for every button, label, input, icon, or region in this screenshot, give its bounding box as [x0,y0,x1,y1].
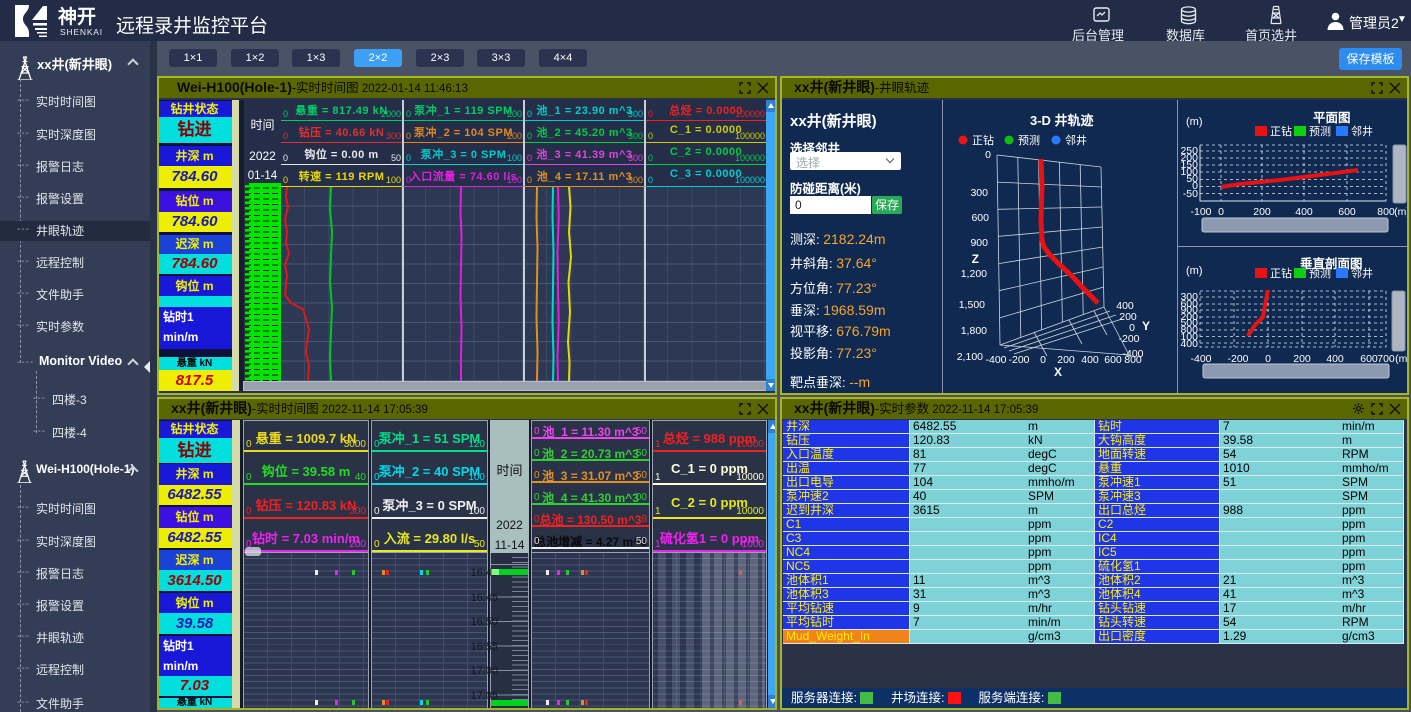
svg-text:1,800: 1,800 [961,325,987,337]
svg-text:200: 200 [1293,353,1311,365]
svg-text:200: 200 [1253,206,1271,218]
svg-text:邻井: 邻井 [1065,133,1087,147]
svg-text:400: 400 [1326,353,1344,365]
svg-text:0: 0 [1265,353,1271,365]
svg-text:-200: -200 [1118,333,1139,345]
svg-text:900: 900 [970,237,988,249]
svg-text:邻井: 邻井 [1351,266,1373,280]
svg-text:Y: Y [1142,319,1150,333]
svg-text:800: 800 [1377,206,1395,218]
svg-text:预测: 预测 [1309,267,1331,280]
svg-text:1,200: 1,200 [961,268,987,280]
svg-text:400: 400 [1295,206,1313,218]
svg-text:700: 700 [1377,353,1395,365]
svg-text:2,100: 2,100 [957,351,983,363]
svg-text:X: X [1054,365,1062,379]
svg-text:600: 600 [971,212,989,224]
svg-text:Z: Z [972,252,979,266]
svg-text:邻井: 邻井 [1351,124,1373,138]
svg-text:正钻: 正钻 [1270,266,1292,280]
svg-text:400: 400 [1180,338,1198,350]
svg-text:-400: -400 [985,354,1006,366]
svg-text:正钻: 正钻 [1270,124,1292,138]
svg-text:0: 0 [1040,354,1046,366]
svg-text:600: 600 [1360,353,1378,365]
svg-text:-50: -50 [1183,188,1198,200]
svg-text:预测: 预测 [1309,125,1331,138]
svg-text:预测: 预测 [1018,134,1040,147]
svg-text:-100: -100 [1190,206,1211,218]
svg-text:1,500: 1,500 [959,299,985,311]
svg-text:正钻: 正钻 [972,133,994,147]
svg-text:600: 600 [1104,354,1122,366]
svg-text:-200: -200 [1227,353,1248,365]
svg-text:0: 0 [985,149,991,161]
svg-text:400: 400 [1081,354,1099,366]
svg-text:-200: -200 [1008,354,1029,366]
svg-text:0: 0 [1218,206,1224,218]
svg-text:-400: -400 [1122,348,1143,360]
svg-text:-400: -400 [1190,353,1211,365]
svg-text:300: 300 [970,187,988,199]
svg-text:(m): (m) [1395,353,1409,365]
svg-text:(m): (m) [1394,206,1409,218]
svg-text:600: 600 [1338,206,1356,218]
